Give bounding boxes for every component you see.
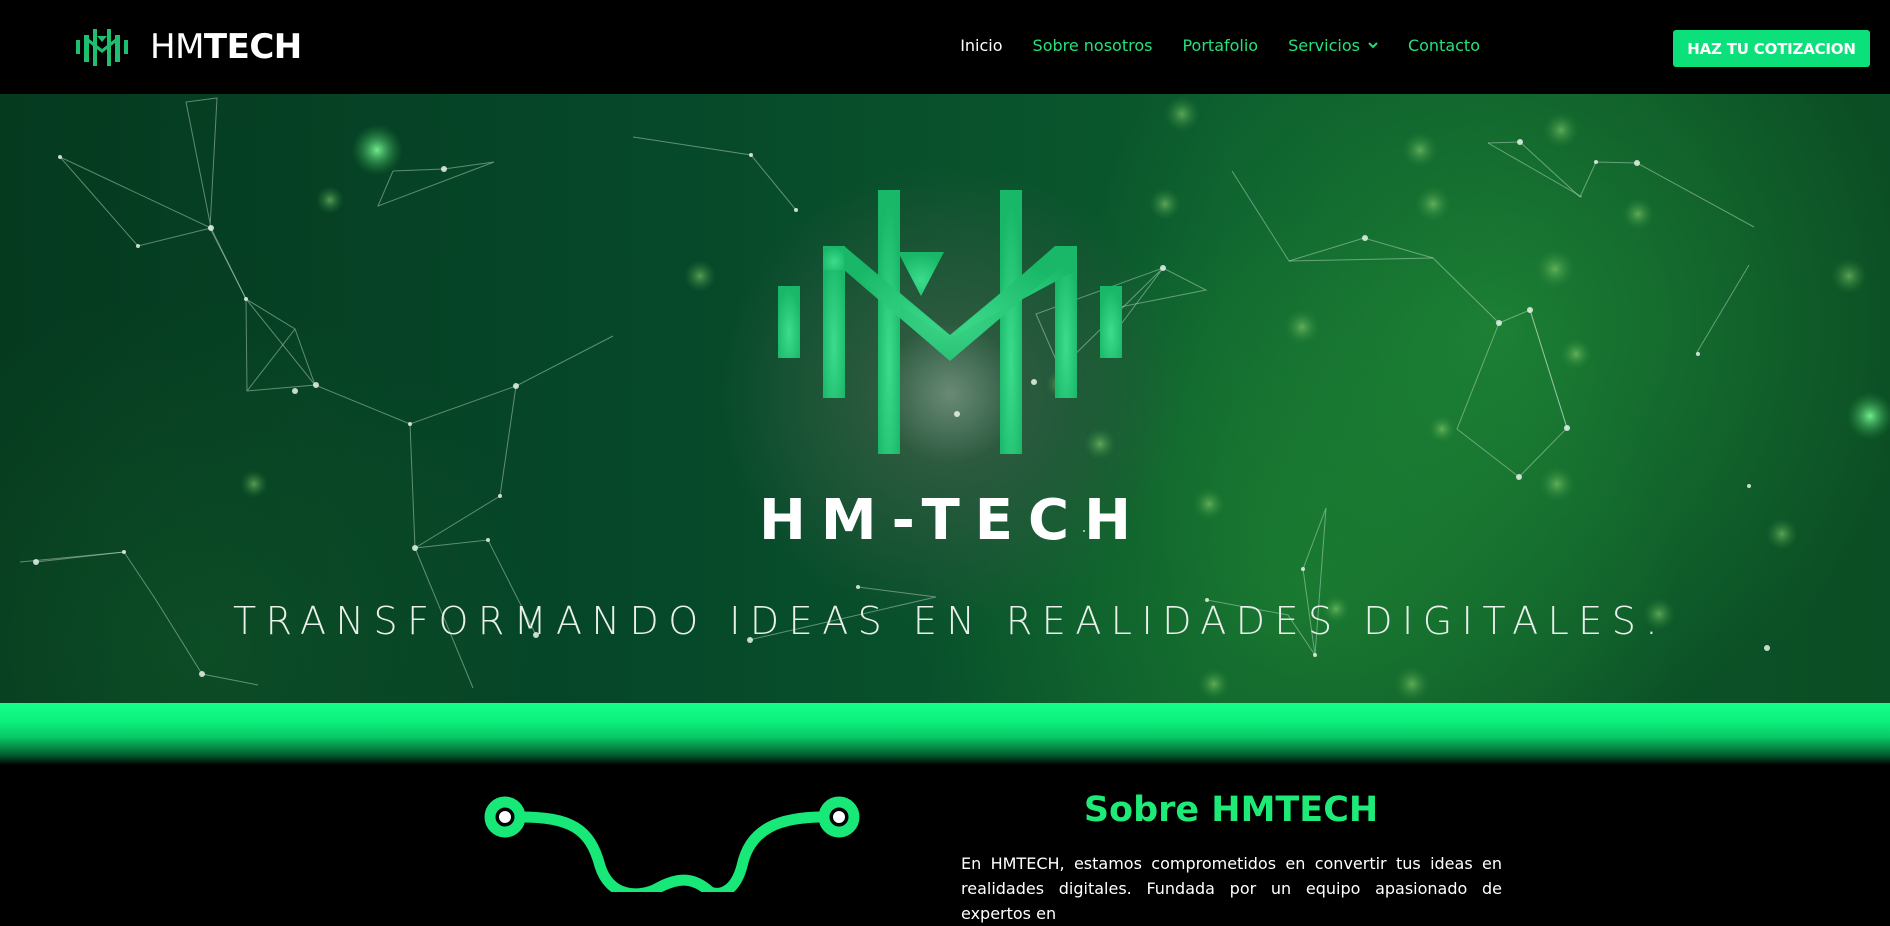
brand-logo-link[interactable]: HMTECH [76,27,302,67]
about-paragraph: En HMTECH, estamos comprometidos en conv… [961,854,1502,923]
nav-link-label: Portafolio [1182,36,1259,55]
nav-link-label: Sobre nosotros [1032,36,1153,55]
brand-name: HMTECH [150,27,302,67]
main-nav: Inicio Sobre nosotros Portafolio Servici… [960,36,1480,55]
about-title: Sobre HMTECH [1083,790,1379,830]
hero-tagline: TRANSFORMANDO IDEAS EN REALIDADES DIGITA… [232,599,1668,643]
nav-link-label: Contacto [1407,36,1480,55]
nav-link-inicio[interactable]: Inicio [960,36,1002,55]
hero-title: HM-TECH [758,488,1147,553]
section-divider-band [0,703,1890,765]
hero-section: HM-TECH TRANSFORMANDO IDEAS EN REALIDADE… [0,94,1890,703]
site-header: HMTECH Inicio Sobre nosotros Portafolio … [0,0,1890,94]
nav-link-label: Servicios [1288,36,1360,55]
nav-link-label: Inicio [960,36,1003,55]
nav-link-sobre-nosotros[interactable]: Sobre nosotros [1033,36,1153,55]
chevron-down-icon [1368,42,1378,49]
hm-logo-icon [76,29,128,66]
nav-link-servicios[interactable]: Servicios [1288,36,1378,55]
hm-logo-icon [778,190,1122,454]
nav-link-portafolio[interactable]: Portafolio [1182,36,1258,55]
quote-cta-button[interactable]: HAZ TU COTIZACION [1673,30,1870,67]
nav-link-contacto[interactable]: Contacto [1408,36,1480,55]
circuit-line-icon [484,796,860,892]
